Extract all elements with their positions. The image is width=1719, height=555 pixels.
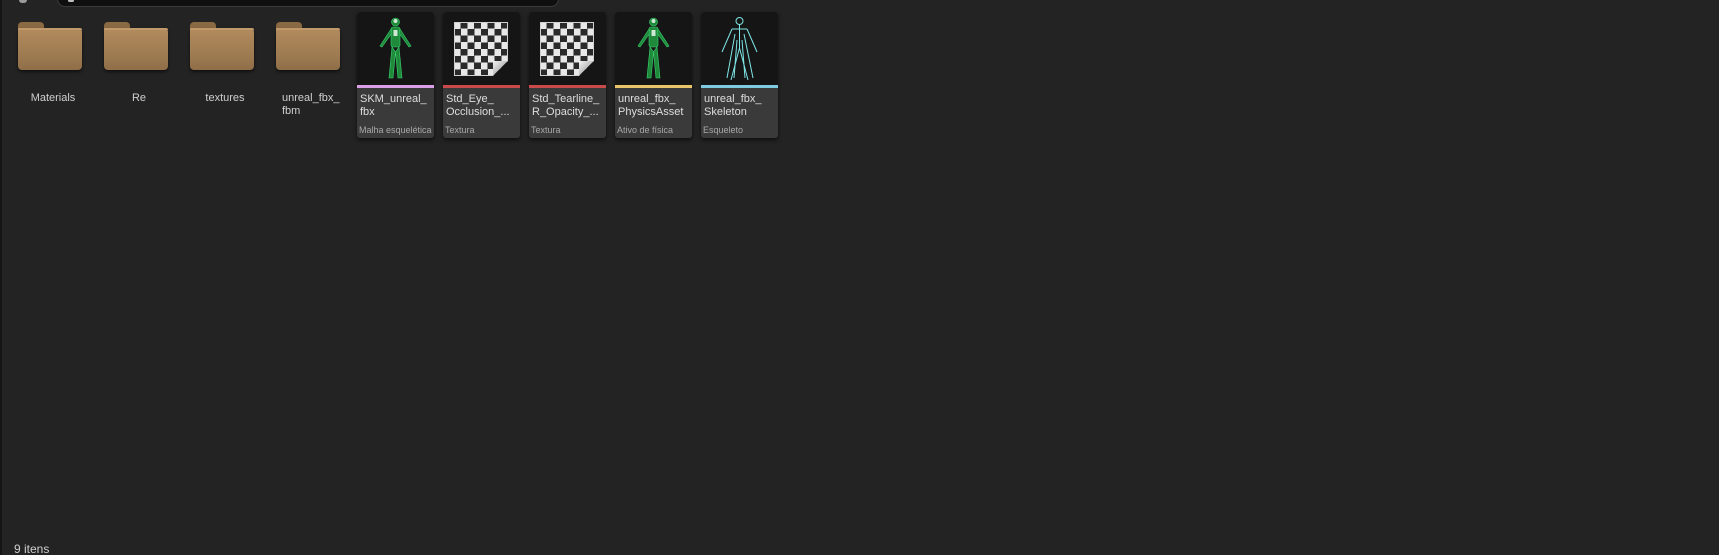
asset-type-strip <box>615 85 692 88</box>
asset-tile-physics-asset[interactable]: unreal_fbx_ PhysicsAsset Ativo de física <box>615 12 692 138</box>
checker-texture-icon <box>529 12 606 85</box>
filter-icon[interactable] <box>19 0 27 3</box>
folder-icon <box>104 22 168 70</box>
asset-type: Malha esquelética <box>359 125 432 135</box>
item-count: 9 itens <box>14 542 50 555</box>
asset-name: Std_Eye_ Occlusion_... <box>446 93 510 118</box>
asset-name: Std_Tearline_ R_Opacity_... <box>532 93 600 118</box>
asset-tile-skm-unreal-fbx[interactable]: SKM_unreal_ fbx Malha esquelética <box>357 12 434 138</box>
search-strip <box>2 0 1719 7</box>
green-character-icon <box>357 12 434 85</box>
asset-type-strip <box>529 85 606 88</box>
folder-icon <box>18 22 82 70</box>
folder-materials[interactable]: Materials <box>14 12 96 122</box>
content-browser: Materials Re textures unreal_fbx_ fbm SK… <box>0 0 1719 555</box>
search-icon <box>68 0 74 2</box>
asset-type-strip <box>701 85 778 88</box>
asset-tile-skeleton[interactable]: unreal_fbx_ Skeleton Esqueleto <box>701 12 778 138</box>
folder-unreal-fbx-fbm[interactable]: unreal_fbx_ fbm <box>272 12 354 122</box>
folder-re[interactable]: Re <box>100 12 182 122</box>
asset-type: Textura <box>445 125 475 135</box>
cyan-skeleton-icon <box>701 12 778 85</box>
checker-texture-icon <box>443 12 520 85</box>
folder-label: Materials <box>30 92 76 104</box>
search-input[interactable] <box>57 0 559 7</box>
folder-icon <box>276 22 340 70</box>
folder-label: textures <box>205 92 245 104</box>
asset-type-strip <box>443 85 520 88</box>
asset-name: unreal_fbx_ PhysicsAsset <box>618 93 684 118</box>
asset-type: Ativo de física <box>617 125 674 135</box>
folder-textures[interactable]: textures <box>186 12 268 122</box>
asset-tile-std-eye-occlusion[interactable]: Std_Eye_ Occlusion_... Textura <box>443 12 520 138</box>
asset-type-strip <box>357 85 434 88</box>
green-character-icon <box>615 12 692 85</box>
asset-type: Esqueleto <box>703 125 744 135</box>
asset-tile-std-tearline[interactable]: Std_Tearline_ R_Opacity_... Textura <box>529 12 606 138</box>
folder-label: Re <box>131 92 147 104</box>
asset-name: unreal_fbx_ Skeleton <box>704 93 762 118</box>
asset-type: Textura <box>531 125 561 135</box>
asset-name: SKM_unreal_ fbx <box>360 93 427 118</box>
folder-icon <box>190 22 254 70</box>
folder-label: unreal_fbx_ fbm <box>282 92 340 117</box>
